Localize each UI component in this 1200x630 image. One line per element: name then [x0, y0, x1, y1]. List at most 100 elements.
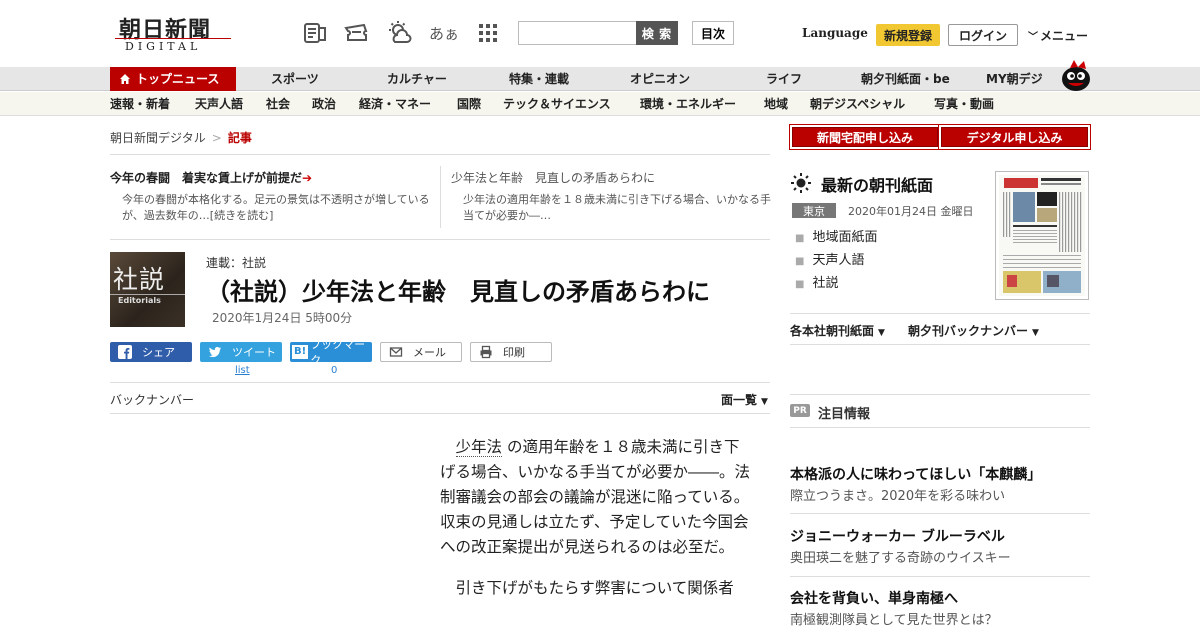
- print-button[interactable]: 印刷: [470, 342, 552, 362]
- site-logo[interactable]: 朝日新聞 DIGITAL: [115, 12, 233, 54]
- nav-culture[interactable]: カルチャー: [387, 67, 447, 91]
- nav-sports[interactable]: スポーツ: [271, 67, 319, 91]
- nav-top-news-label: トップニュース: [136, 72, 220, 86]
- search-button[interactable]: 検 索: [636, 21, 678, 45]
- teaser-left-title: 今年の春闘 着実な賃上げが前提だ: [110, 171, 303, 185]
- grid-menu-icon[interactable]: [473, 18, 503, 48]
- teaser-left[interactable]: 今年の春闘 着実な賃上げが前提だ➔ 今年の春闘が本格化する。足元の景気は不透明さ…: [110, 170, 430, 224]
- search-input[interactable]: [518, 21, 638, 45]
- signup-button[interactable]: 新規登録: [876, 24, 940, 46]
- printer-icon: [479, 345, 493, 359]
- teaser-right[interactable]: 少年法と年齢 見直しの矛盾あらわに 少年法の適用年齢を１８歳未満に引き下げる場合…: [451, 170, 771, 224]
- nav-features[interactable]: 特集・連載: [509, 67, 569, 91]
- backnumber-link[interactable]: バックナンバー: [110, 391, 194, 408]
- nav-top-news[interactable]: トップニュース: [110, 67, 236, 91]
- promo-subtitle: 奥田瑛二を魅了する奇跡のウイスキー: [790, 551, 1011, 566]
- twitter-icon: [208, 345, 222, 359]
- article-date: 2020年1月24日 5時00分: [212, 311, 353, 325]
- breadcrumb-home[interactable]: 朝日新聞デジタル: [110, 131, 206, 145]
- newspaper-icon[interactable]: [299, 18, 329, 48]
- promo-title: 会社を背負い、単身南極へ: [790, 591, 958, 607]
- twitter-count-link[interactable]: list: [235, 365, 250, 376]
- weather-icon[interactable]: [385, 18, 415, 48]
- teaser-right-title[interactable]: 少年法と年齢 見直しの矛盾あらわに: [451, 170, 771, 186]
- teaser-left-body: 今年の春闘が本格化する。足元の景気は不透明さが増しているが、過去数年の…: [122, 193, 430, 222]
- promo-subtitle: 際立つうまさ。2020年を彩る味わい: [790, 489, 1006, 504]
- mail-share-button[interactable]: メール: [380, 342, 462, 362]
- article-paragraph: 引き下げがもたらす弊害について関係者: [455, 579, 734, 597]
- language-link[interactable]: Language: [802, 26, 868, 40]
- nav2-special[interactable]: 朝デジスペシャル: [810, 92, 905, 116]
- backnumber-dropdown[interactable]: 朝夕刊バックナンバー ▼: [908, 322, 1039, 339]
- hatena-count[interactable]: 0: [331, 365, 337, 376]
- promo-item[interactable]: 本格派の人に味わってほしい「本麒麟」 際立つうまさ。2020年を彩る味わい: [790, 466, 1090, 506]
- paper-link[interactable]: ■ 社説: [795, 273, 877, 296]
- backnumber-label: 朝夕刊バックナンバー: [908, 324, 1029, 338]
- nav-my-asadigi[interactable]: MY朝デジ: [986, 67, 1043, 91]
- paper-link[interactable]: ■ 天声人語: [795, 250, 877, 273]
- nav-life[interactable]: ライフ: [766, 67, 802, 91]
- sun-icon: [791, 173, 811, 193]
- latest-paper-title[interactable]: 最新の朝刊紙面: [821, 172, 933, 196]
- mascot-icon[interactable]: [1056, 58, 1092, 92]
- nav2-region[interactable]: 地域: [764, 92, 788, 116]
- editorial-thumbnail-kanji: 社説: [113, 265, 166, 294]
- hatena-icon: B!: [292, 345, 309, 359]
- regional-paper-dropdown[interactable]: 各本社朝刊紙面 ▼: [790, 322, 885, 339]
- pr-badge: PR: [790, 404, 810, 417]
- promo-title: 本格派の人に味わってほしい「本麒麟」: [790, 467, 1042, 483]
- nav2-economy[interactable]: 経済・マネー: [359, 92, 431, 116]
- order-paper-button[interactable]: 新聞宅配申し込み: [792, 127, 938, 147]
- toc-button[interactable]: 目次: [692, 21, 734, 45]
- ticket-icon[interactable]: [341, 18, 371, 48]
- paper-link[interactable]: ■ 地域面紙面: [795, 227, 877, 250]
- nav-paper[interactable]: 朝夕刊紙面・be: [861, 67, 950, 91]
- nav2-environment[interactable]: 環境・エネルギー: [640, 92, 736, 116]
- paper-date: 2020年01月24日 金曜日: [848, 205, 974, 218]
- mail-share-label: メール: [413, 346, 446, 359]
- location-badge: 東京: [792, 203, 836, 218]
- hatena-bookmark-label: ブックマーク: [310, 338, 366, 367]
- facebook-share-label: シェア: [142, 346, 175, 359]
- font-size-icon[interactable]: あぁ: [429, 18, 459, 48]
- login-button[interactable]: ログイン: [948, 24, 1018, 46]
- nav2-tech[interactable]: テック＆サイエンス: [503, 92, 611, 116]
- twitter-share-label: ツイート: [232, 346, 276, 359]
- breadcrumb: 朝日新聞デジタル > 記事: [110, 129, 252, 146]
- nav2-politics[interactable]: 政治: [312, 92, 336, 116]
- promo-item[interactable]: 会社を背負い、単身南極へ 南極観測隊員として見た世界とは？: [790, 590, 1090, 630]
- nav-opinion[interactable]: オピニオン: [630, 67, 690, 91]
- home-icon: [120, 74, 130, 84]
- keyword-link[interactable]: 少年法: [455, 438, 503, 457]
- menu-button[interactable]: ﹀ メニュー: [1028, 27, 1088, 44]
- front-page-thumbnail[interactable]: [995, 171, 1089, 300]
- order-digital-button[interactable]: デジタル申し込み: [941, 127, 1088, 147]
- nav2-international[interactable]: 国際: [457, 92, 481, 116]
- nav2-tensei[interactable]: 天声人語: [195, 92, 243, 116]
- nav2-breaking[interactable]: 速報・新着: [110, 92, 170, 116]
- hatena-bookmark-button[interactable]: B! ブックマーク: [290, 338, 372, 367]
- twitter-share-button[interactable]: ツイート: [200, 342, 282, 362]
- teaser-right-body: 少年法の適用年齢を１８歳未満に引き下げる場合、いかなる手当てが必要か―…: [463, 193, 771, 222]
- facebook-icon: [118, 345, 132, 359]
- caret-down-icon: ▼: [878, 328, 885, 338]
- nav2-photo-video[interactable]: 写真・動画: [934, 92, 994, 116]
- series-link[interactable]: 連載：社説: [206, 254, 266, 271]
- read-more-link[interactable]: [続きを読む]: [210, 209, 274, 222]
- article-body: 少年法 の適用年齢を１８歳未満に引き下げる場合、いかなる手当てが必要か――。法制…: [440, 435, 752, 617]
- facebook-share-button[interactable]: シェア: [110, 342, 192, 362]
- logo-sub-text: DIGITAL: [125, 40, 202, 53]
- nav2-society[interactable]: 社会: [266, 92, 290, 116]
- site-header: 朝日新聞 DIGITAL あぁ 検 索 目次 Language 新規登録 ログイ…: [0, 0, 1200, 66]
- menu-label: メニュー: [1040, 29, 1089, 43]
- paper-links: ■ 地域面紙面 ■ 天声人語 ■ 社説: [795, 227, 877, 296]
- caret-down-icon: ▼: [1032, 328, 1039, 338]
- article-paragraph: 少年法 の適用年齢を１８歳未満に引き下げる場合、いかなる手当てが必要か――。法制…: [440, 438, 751, 556]
- page-list-dropdown[interactable]: 面一覧 ▼: [721, 391, 768, 408]
- regional-paper-label: 各本社朝刊紙面: [790, 324, 875, 338]
- mail-icon: [389, 345, 403, 359]
- promo-item[interactable]: ジョニーウォーカー ブルーラベル 奥田瑛二を魅了する奇跡のウイスキー: [790, 528, 1090, 568]
- primary-nav: トップニュース スポーツ カルチャー 特集・連載 オピニオン ライフ 朝夕刊紙面…: [0, 67, 1200, 91]
- promo-subtitle: 南極観測隊員として見た世界とは？: [790, 613, 998, 628]
- breadcrumb-current: 記事: [227, 131, 252, 145]
